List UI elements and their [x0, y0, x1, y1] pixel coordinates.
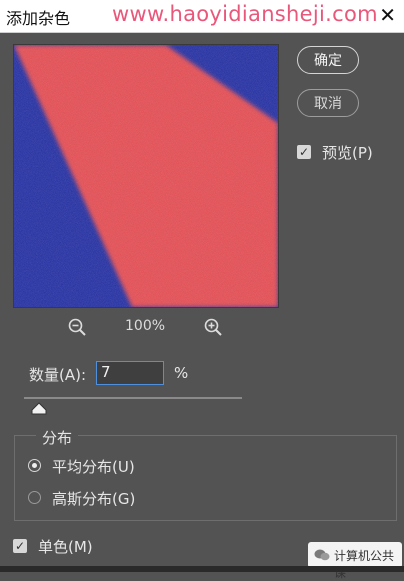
bottom-strip — [0, 566, 404, 572]
title-bar: 添加杂色 www.haoyidiansheji.com ✕ — [0, 0, 404, 33]
noise-overlay — [14, 45, 278, 307]
dialog-title: 添加杂色 — [6, 9, 71, 28]
cancel-button[interactable]: 取消 — [297, 89, 359, 117]
amount-input[interactable]: 7 — [96, 361, 164, 385]
noise-preview-image — [14, 45, 278, 307]
zoom-in-icon[interactable] — [204, 318, 222, 336]
close-icon[interactable]: ✕ — [379, 3, 396, 27]
gaussian-label: 高斯分布(G) — [52, 490, 136, 508]
amount-unit: % — [174, 364, 189, 382]
ok-button[interactable]: 确定 — [297, 46, 359, 74]
monochrome-label: 单色(M) — [38, 538, 93, 556]
zoom-level: 100% — [125, 318, 166, 334]
gaussian-radio[interactable] — [28, 491, 41, 504]
distribution-title: 分布 — [36, 427, 79, 448]
amount-slider-track[interactable] — [24, 397, 242, 399]
brand-text: 计算机公共课 — [334, 549, 395, 580]
zoom-out-icon[interactable] — [68, 318, 86, 336]
uniform-radio[interactable] — [28, 459, 41, 472]
monochrome-checkbox[interactable]: ✓ — [13, 539, 27, 553]
amount-label: 数量(A): — [29, 366, 87, 384]
preview-label: 预览(P) — [322, 144, 373, 162]
uniform-label: 平均分布(U) — [52, 458, 135, 476]
wechat-icon — [314, 549, 330, 561]
preview-checkbox[interactable]: ✓ — [297, 145, 311, 159]
preview-canvas[interactable] — [13, 44, 279, 308]
watermark-url: www.haoyidiansheji.com — [112, 2, 378, 26]
brand-badge: 计算机公共课 — [308, 542, 402, 580]
amount-slider-thumb[interactable] — [31, 402, 47, 415]
